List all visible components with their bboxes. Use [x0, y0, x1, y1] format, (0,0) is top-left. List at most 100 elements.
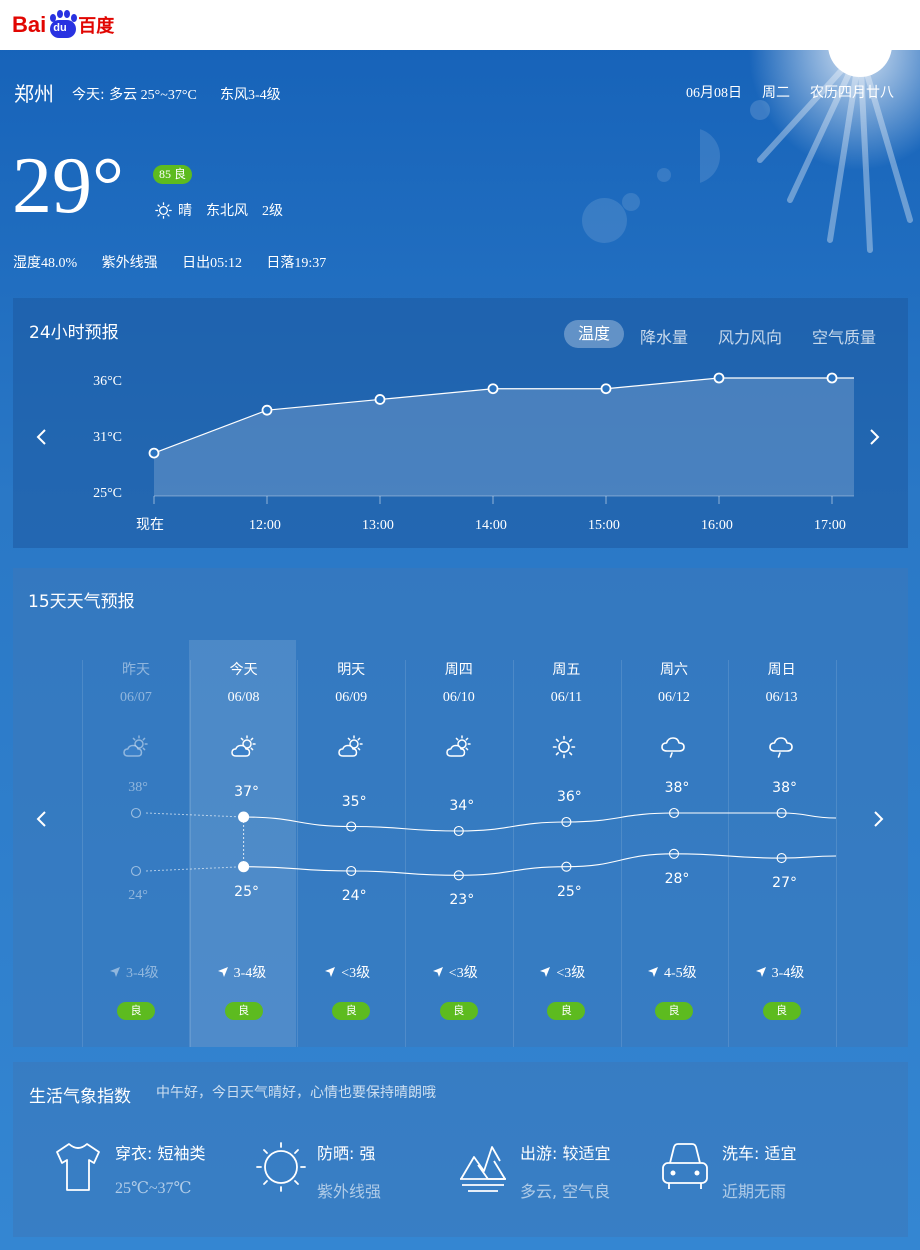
mountain-icon: [460, 1146, 506, 1192]
aqi-badge[interactable]: 85 良: [153, 165, 193, 184]
day-wind: <3级: [324, 962, 370, 982]
day-wind: 3-4级: [109, 962, 159, 982]
day-aqi-badge: 良: [655, 1002, 693, 1020]
life-item-detail: 近期无雨: [722, 1182, 787, 1201]
day-name: 周日: [767, 662, 796, 678]
wind-arrow-icon: [755, 967, 766, 977]
life-item-title: 出游: 较适宜: [520, 1144, 611, 1163]
chevron-left-icon: [36, 811, 46, 827]
logo-bai: Bai: [12, 12, 47, 37]
day-name: 周四: [444, 662, 473, 678]
day-aqi-badge: 良: [117, 1002, 155, 1020]
uv-index: 紫外线强: [101, 255, 158, 271]
top-bar: Bai du 百度: [0, 0, 920, 50]
day-date: 06/07: [120, 690, 152, 705]
life-item-sunscreen[interactable]: 防晒: 强 紫外线强: [255, 1140, 445, 1201]
day-low-temp: 25°: [234, 883, 259, 900]
day-date: 06/11: [550, 690, 583, 705]
day-name: 周六: [660, 662, 688, 678]
day-wind-level: 4-5级: [664, 966, 697, 981]
wind-level: 2级: [262, 204, 283, 219]
life-item-travel[interactable]: 出游: 较适宜 多云, 空气良: [458, 1140, 648, 1201]
life-item-detail: 紫外线强: [317, 1182, 382, 1201]
bubble-decor: [657, 168, 671, 182]
day-column-divider: [512, 660, 514, 1047]
day-aqi-badge: 良: [762, 1002, 801, 1020]
tab-air-quality[interactable]: 空气质量: [812, 324, 876, 348]
daily-prev-button[interactable]: [30, 807, 54, 831]
daily-next-button[interactable]: [866, 807, 890, 831]
day-name: 明天: [337, 662, 366, 678]
day-column-divider: [82, 660, 83, 1047]
cloudy-rain-icon: [660, 735, 686, 763]
bubble-decor: [622, 193, 640, 211]
day-low-temp: 23°: [449, 892, 475, 909]
wind-arrow-icon: [432, 967, 443, 977]
day-low-temp: 24°: [341, 888, 367, 904]
day-date: 06/13: [765, 690, 798, 705]
life-item-title: 防晒: 强: [317, 1144, 376, 1163]
life-item-detail: 多云, 空气良: [520, 1182, 611, 1201]
life-item-clothing[interactable]: 穿衣: 短袖类 25℃~37℃: [53, 1140, 243, 1200]
sunny-icon: [155, 201, 172, 219]
today-temp-range: 多云 25°~37°C: [109, 88, 197, 103]
day-column-divider: [835, 660, 837, 1047]
day-low-temp: 27°: [772, 875, 797, 892]
day-date: 06/09: [335, 690, 368, 705]
day-high-temp: 37°: [234, 784, 259, 800]
baidu-logo[interactable]: Bai du 百度: [12, 10, 114, 40]
day-wind-level: 3-4级: [771, 966, 805, 981]
day-wind-level: 3-4级: [126, 966, 159, 981]
tab-wind[interactable]: 风力风向: [718, 324, 782, 348]
logo-du: du: [53, 22, 67, 34]
day-aqi-badge: 良: [439, 1002, 478, 1020]
day-aqi-badge: 良: [224, 1002, 263, 1020]
current-temperature: 29°: [12, 142, 124, 230]
day-wind-level: 3-4级: [233, 966, 267, 981]
bubble-decor: [582, 198, 627, 243]
current-date: 06月08日: [686, 86, 742, 101]
tab-precipitation[interactable]: 降水量: [640, 324, 688, 348]
day-wind-level: <3级: [448, 966, 478, 981]
today-summary: 今天: 多云 25°~37°C: [72, 84, 197, 104]
tab-temperature[interactable]: 温度: [564, 320, 625, 348]
day-low-temp: 25°: [556, 883, 582, 900]
today-label: 今天:: [72, 87, 105, 103]
current-weekday: 周二: [762, 85, 790, 101]
life-item-title: 穿衣: 短袖类: [115, 1144, 206, 1163]
life-item-detail: 25℃~37℃: [115, 1180, 192, 1197]
day-high-temp: 36°: [556, 789, 582, 805]
today-wind: 东风3-4级: [220, 88, 281, 103]
current-condition-row: 晴 东北风 2级: [155, 200, 283, 220]
daily-title: 15天天气预报: [28, 592, 135, 612]
partly-cloudy-icon: [230, 735, 258, 763]
day-name: 昨天: [122, 662, 150, 678]
humidity: 湿度48.0%: [13, 256, 78, 271]
hourly-next-button[interactable]: [862, 425, 886, 449]
day-high-temp: 38°: [664, 780, 690, 796]
city-name[interactable]: 郑州: [14, 78, 54, 107]
cloudy-rain-icon: [768, 735, 794, 763]
day-name: 周五: [552, 662, 581, 678]
wind-direction: 东北风: [206, 203, 248, 219]
life-greeting: 中午好，今日天气晴好，心情也要保持晴朗哦: [156, 1085, 436, 1101]
day-aqi-badge: 良: [547, 1002, 586, 1020]
day-aqi-badge: 良: [332, 1002, 371, 1020]
day-wind: 4-5级: [647, 962, 697, 982]
day-high-temp: 35°: [341, 793, 367, 810]
car-icon: [662, 1143, 708, 1189]
hourly-prev-button[interactable]: [30, 425, 54, 449]
day-low-temp: 28°: [664, 870, 690, 887]
sunset: 日落19:37: [266, 256, 327, 271]
chevron-left-icon: [36, 429, 46, 445]
day-wind: 3-4级: [217, 962, 267, 982]
day-wind-level: <3级: [556, 966, 586, 981]
day-date: 06/08: [227, 690, 260, 705]
hourly-title: 24小时预报: [29, 323, 119, 343]
life-item-carwash[interactable]: 洗车: 适宜 近期无雨: [660, 1140, 850, 1201]
day-date: 06/10: [442, 690, 475, 705]
tshirt-icon: [56, 1143, 100, 1191]
day-low-temp: 24°: [128, 888, 148, 903]
partly-cloudy-icon: [122, 735, 150, 763]
day-date: 06/12: [658, 690, 690, 705]
